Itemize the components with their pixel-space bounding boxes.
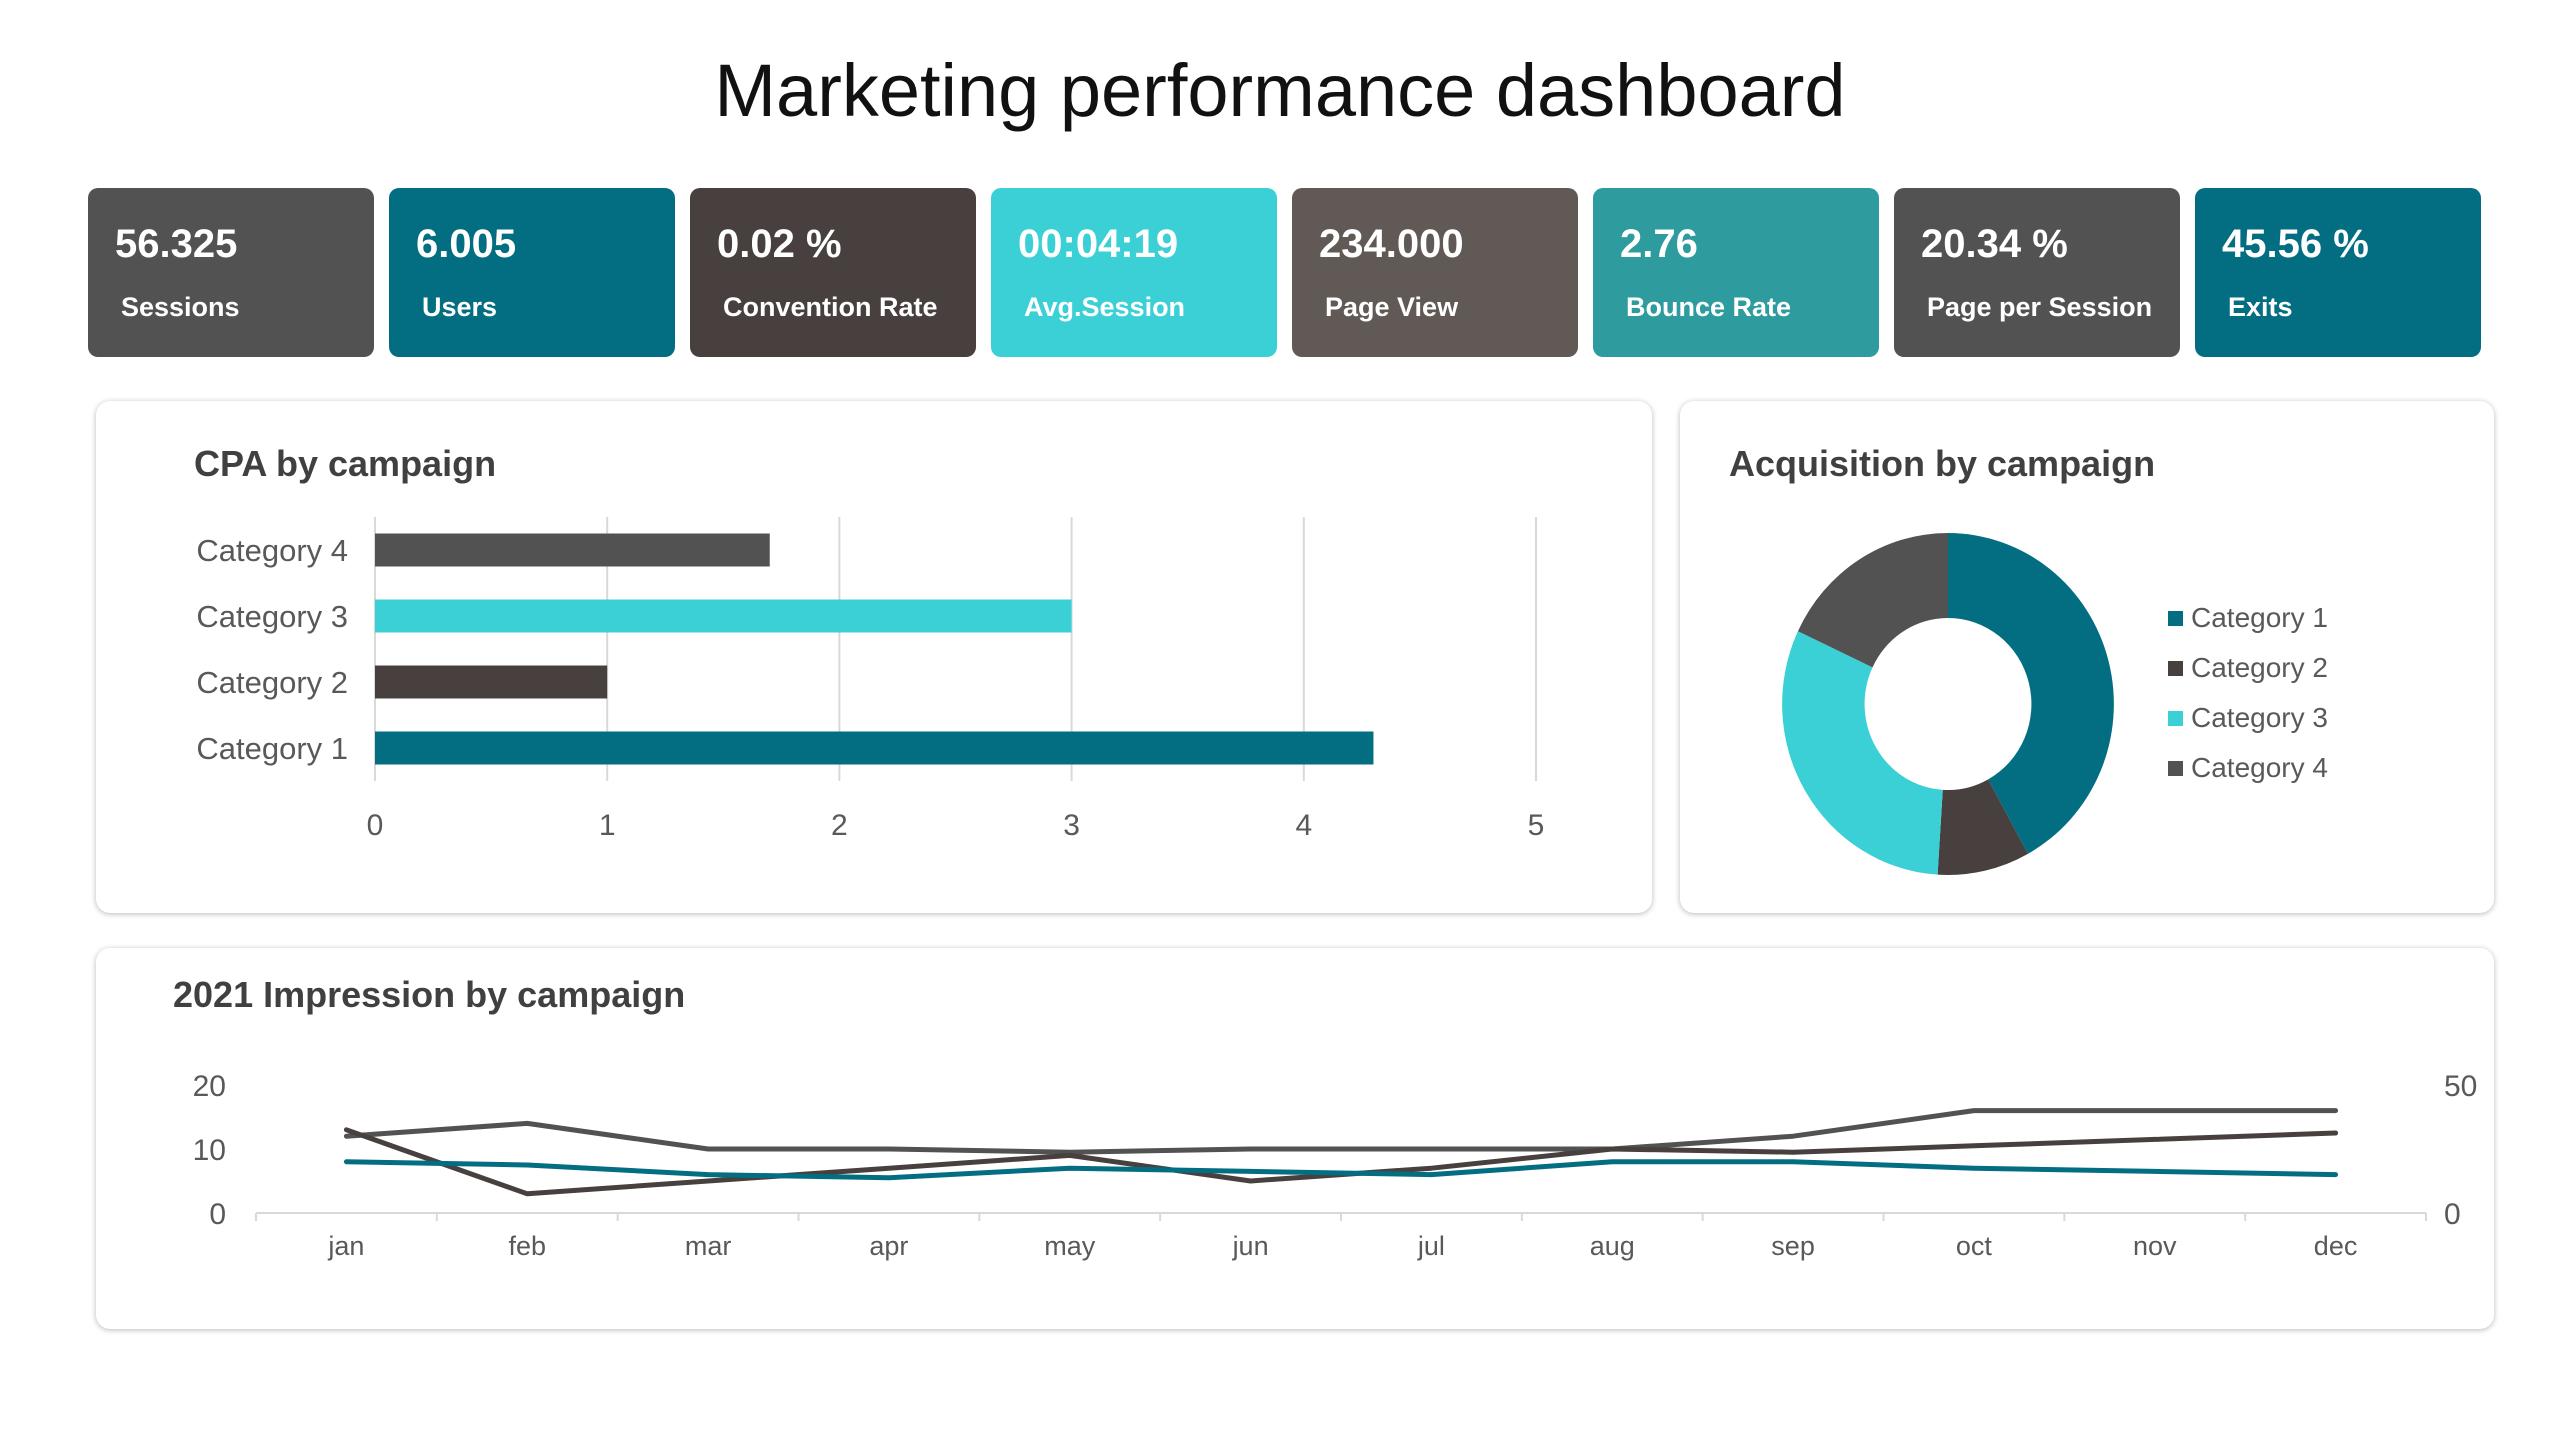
kpi-value: 2.76 — [1620, 222, 1698, 266]
x-tick-label: apr — [869, 1231, 908, 1261]
kpi-label: Avg.Session — [1024, 292, 1186, 322]
kpi-card-avg-session: 00:04:19 Avg.Session — [991, 188, 1277, 357]
legend-swatch — [2168, 611, 2183, 626]
y-tick-label: 0 — [209, 1198, 226, 1231]
kpi-label: Page View — [1325, 292, 1459, 322]
x-tick-label: 3 — [1063, 809, 1080, 842]
x-tick-label: mar — [685, 1231, 732, 1261]
y-tick-label: Category 4 — [196, 533, 348, 568]
x-tick-label: 2 — [831, 809, 848, 842]
kpi-value: 00:04:19 — [1018, 222, 1179, 266]
x-tick-label: 0 — [367, 809, 384, 842]
impression-line-chart: jan feb mar apr may jun jul aug sep oct nov dec 0 10 2… — [193, 1070, 2478, 1261]
kpi-value: 6.005 — [416, 222, 517, 266]
kpi-card-exits: 45.56 % Exits — [2195, 188, 2481, 357]
legend-swatch — [2168, 761, 2183, 776]
legend-label: Category 2 — [2191, 652, 2328, 683]
y2-tick-label: 0 — [2444, 1198, 2461, 1231]
donut-slice-category-3 — [1782, 631, 1943, 875]
legend-label: Category 3 — [2191, 702, 2328, 733]
x-tick-label: feb — [508, 1231, 546, 1261]
kpi-label: Page per Session — [1927, 292, 2153, 322]
cpa-bar-chart: 0 1 2 3 4 5 Category 1 Category 2 Category 3 Cate… — [196, 517, 1545, 842]
y-tick-label: Category 1 — [196, 731, 348, 766]
kpi-value: 56.325 — [115, 222, 238, 266]
x-tick-label: oct — [1956, 1231, 1993, 1261]
kpi-label: Bounce Rate — [1626, 292, 1792, 322]
x-tick-label: jul — [1417, 1231, 1445, 1261]
kpi-card-bounce-rate: 2.76 Bounce Rate — [1593, 188, 1879, 357]
acquisition-donut-chart: Category 1 Category 2 Category 3 Category 4 — [1782, 533, 2328, 875]
x-tick-label: 4 — [1295, 809, 1312, 842]
line-series-3 — [343, 1159, 2339, 1181]
legend-label: Category 1 — [2191, 602, 2328, 633]
legend-swatch — [2168, 661, 2183, 676]
legend-label: Category 4 — [2191, 752, 2328, 783]
bar-category-1 — [375, 731, 1374, 765]
y-tick-label: 10 — [193, 1134, 226, 1167]
bar-category-2 — [375, 665, 608, 699]
kpi-card-users: 6.005 Users — [389, 188, 675, 357]
x-tick-label: 5 — [1528, 809, 1545, 842]
kpi-value: 20.34 % — [1921, 222, 2068, 266]
legend-swatch — [2168, 711, 2183, 726]
bar-category-4 — [375, 533, 770, 567]
kpi-card-page-view: 234.000 Page View — [1292, 188, 1578, 357]
kpi-label: Sessions — [121, 292, 240, 322]
y-tick-label: Category 2 — [196, 665, 348, 700]
kpi-label: Convention Rate — [723, 292, 938, 322]
x-tick-label: nov — [2133, 1231, 2177, 1261]
y-tick-label: 20 — [193, 1070, 226, 1103]
acquisition-chart-card: Acquisition by campaign Category 1 Catego… — [1680, 401, 2494, 913]
y2-tick-label: 50 — [2444, 1070, 2477, 1103]
y-tick-label: Category 3 — [196, 599, 348, 634]
kpi-row: 56.325 Sessions 6.005 Users 0.02 % Conventi… — [88, 188, 2481, 357]
x-tick-label: aug — [1590, 1231, 1635, 1261]
kpi-card-convention-rate: 0.02 % Convention Rate — [690, 188, 976, 357]
impression-chart-card: 2021 Impression by campaign jan feb mar apr… — [96, 948, 2494, 1329]
kpi-label: Users — [422, 292, 498, 322]
x-tick-label: 1 — [599, 809, 616, 842]
page-title: Marketing performance dashboard — [714, 49, 1846, 132]
kpi-value: 0.02 % — [717, 222, 842, 266]
kpi-value: 234.000 — [1319, 222, 1464, 266]
kpi-value: 45.56 % — [2222, 222, 2369, 266]
x-tick-label: may — [1044, 1231, 1096, 1261]
x-tick-label: jun — [1232, 1231, 1269, 1261]
kpi-card-sessions: 56.325 Sessions — [88, 188, 374, 357]
kpi-card-page-per-session: 20.34 % Page per Session — [1894, 188, 2180, 357]
kpi-label: Exits — [2228, 292, 2293, 322]
cpa-chart-card: CPA by campaign 0 1 2 3 4 5 Category 1 Category… — [96, 401, 1652, 913]
x-tick-label: sep — [1771, 1231, 1815, 1261]
x-tick-label: dec — [2314, 1231, 2358, 1261]
x-tick-label: jan — [327, 1231, 364, 1261]
bar-category-3 — [375, 599, 1072, 633]
